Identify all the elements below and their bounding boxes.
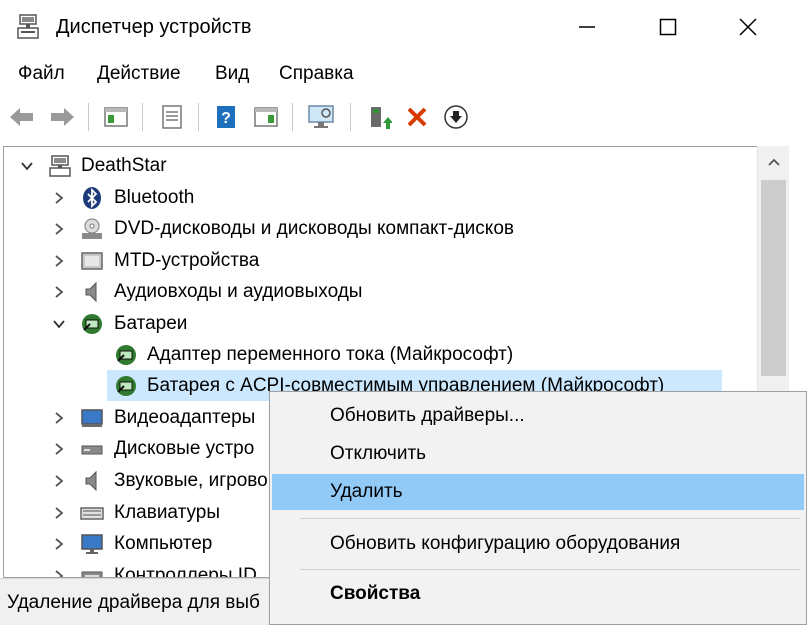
close-button[interactable] bbox=[708, 0, 788, 54]
context-update-drivers[interactable]: Обновить драйверы... bbox=[272, 398, 804, 434]
tree-item-label: Компьютер bbox=[114, 533, 213, 554]
help-button[interactable]: ? bbox=[210, 101, 242, 133]
menu-view[interactable]: Вид bbox=[215, 62, 249, 86]
properties-button[interactable] bbox=[156, 101, 188, 133]
chevron-right-icon[interactable] bbox=[52, 537, 66, 551]
computer-icon bbox=[81, 534, 103, 554]
tree-root-row[interactable]: DeathStar bbox=[4, 150, 758, 181]
minimize-button[interactable] bbox=[547, 0, 627, 54]
minimize-icon bbox=[579, 26, 595, 28]
disable-device-button[interactable] bbox=[440, 101, 472, 133]
speaker-icon bbox=[85, 281, 97, 303]
scan-hardware-icon bbox=[308, 105, 334, 128]
chevron-right-icon[interactable] bbox=[52, 254, 66, 268]
menu-file[interactable]: Файл bbox=[18, 62, 65, 86]
tree-root-label: DeathStar bbox=[81, 155, 167, 176]
battery-icon bbox=[82, 314, 102, 334]
scroll-thumb[interactable] bbox=[761, 180, 786, 376]
context-menu: Обновить драйверы... Отключить Удалить О… bbox=[269, 391, 807, 625]
tree-item-label: Дисковые устро bbox=[114, 438, 255, 459]
properties-icon bbox=[162, 105, 182, 129]
tree-item-audio[interactable]: Аудиовходы и аудиовыходы bbox=[4, 276, 758, 307]
update-driver-icon bbox=[371, 107, 392, 129]
tree-item-label: Аудиовходы и аудиовыходы bbox=[114, 281, 363, 302]
menu-help[interactable]: Справка bbox=[279, 62, 354, 86]
chevron-right-icon[interactable] bbox=[52, 506, 66, 520]
toolbar: ? bbox=[0, 94, 807, 140]
computer-tree-icon bbox=[49, 155, 71, 177]
mtd-device-icon bbox=[81, 252, 103, 270]
tree-item-label: Видеоадаптеры bbox=[114, 407, 256, 428]
tree-item-label: Клавиатуры bbox=[114, 502, 221, 523]
maximize-icon bbox=[659, 18, 677, 36]
chevron-right-icon[interactable] bbox=[52, 411, 66, 425]
close-icon bbox=[739, 18, 757, 36]
chevron-down-icon[interactable] bbox=[20, 159, 34, 173]
menu-action[interactable]: Действие bbox=[97, 62, 181, 86]
toolbar-separator bbox=[198, 103, 199, 131]
tree-item-label: MTD-устройства bbox=[114, 250, 260, 271]
chevron-up-icon bbox=[768, 158, 780, 166]
context-properties[interactable]: Свойства bbox=[272, 576, 804, 612]
chevron-right-icon[interactable] bbox=[52, 442, 66, 456]
battery-icon bbox=[116, 376, 136, 396]
menu-bar: Файл Действие Вид Справка bbox=[0, 54, 807, 94]
uninstall-device-icon bbox=[407, 107, 427, 127]
chevron-right-icon[interactable] bbox=[52, 222, 66, 236]
device-manager-app-icon bbox=[17, 14, 39, 39]
tree-item-ac-adapter[interactable]: Адаптер переменного тока (Майкрософт) bbox=[4, 339, 758, 370]
forward-icon bbox=[51, 108, 74, 126]
tree-item-label: Контроллеры ID bbox=[114, 565, 257, 578]
show-hide-console-tree-button[interactable] bbox=[100, 101, 132, 133]
toolbar-separator bbox=[350, 103, 351, 131]
chevron-right-icon[interactable] bbox=[52, 474, 66, 488]
back-button[interactable] bbox=[6, 101, 38, 133]
action-pane-icon bbox=[254, 107, 278, 127]
help-icon: ? bbox=[217, 106, 235, 128]
update-driver-button[interactable] bbox=[363, 101, 395, 133]
context-uninstall[interactable]: Удалить bbox=[272, 474, 804, 510]
toolbar-separator bbox=[292, 103, 293, 131]
forward-button[interactable] bbox=[46, 101, 78, 133]
tree-item-label: Звуковые, игрово bbox=[114, 470, 268, 491]
toolbar-separator bbox=[88, 103, 89, 131]
tree-item-dvd[interactable]: DVD-дисководы и дисководы компакт-дисков bbox=[4, 213, 758, 244]
back-icon bbox=[10, 108, 33, 126]
chevron-right-icon[interactable] bbox=[52, 191, 66, 205]
chevron-down-icon[interactable] bbox=[52, 317, 66, 331]
context-scan-hardware[interactable]: Обновить конфигурацию оборудования bbox=[272, 526, 804, 562]
show-hide-console-tree-icon bbox=[104, 107, 128, 127]
disable-device-icon bbox=[444, 105, 468, 129]
tree-item-batteries[interactable]: Батареи bbox=[4, 308, 758, 339]
status-text: Удаление драйвера для выб bbox=[7, 592, 260, 613]
context-menu-separator bbox=[300, 569, 800, 570]
context-menu-separator bbox=[300, 518, 800, 519]
tree-item-label: Bluetooth bbox=[114, 187, 195, 208]
title-bar: Диспетчер устройств bbox=[0, 0, 807, 54]
tree-item-label: Адаптер переменного тока (Майкрософт) bbox=[147, 344, 514, 365]
keyboard-icon bbox=[80, 507, 104, 520]
battery-icon bbox=[116, 345, 136, 365]
display-adapter-icon bbox=[81, 409, 103, 427]
disk-drive-icon bbox=[81, 445, 103, 455]
tree-item-mtd[interactable]: MTD-устройства bbox=[4, 245, 758, 276]
bluetooth-icon bbox=[83, 187, 101, 209]
svg-text:?: ? bbox=[221, 110, 231, 127]
maximize-button[interactable] bbox=[628, 0, 708, 54]
scan-hardware-button[interactable] bbox=[305, 101, 337, 133]
uninstall-device-button[interactable] bbox=[401, 101, 433, 133]
action-pane-button[interactable] bbox=[250, 101, 282, 133]
window-title: Диспетчер устройств bbox=[56, 16, 252, 38]
scroll-up-button[interactable] bbox=[758, 146, 790, 178]
tree-item-bluetooth[interactable]: Bluetooth bbox=[4, 182, 758, 213]
sound-icon bbox=[85, 470, 97, 492]
chevron-right-icon[interactable] bbox=[52, 569, 66, 578]
toolbar-separator bbox=[142, 103, 143, 131]
ide-controller-icon bbox=[81, 571, 103, 577]
chevron-right-icon[interactable] bbox=[52, 285, 66, 299]
dvd-drive-icon bbox=[82, 218, 102, 239]
tree-item-label: Батареи bbox=[114, 313, 188, 334]
tree-item-label: DVD-дисководы и дисководы компакт-дисков bbox=[114, 218, 514, 239]
context-disable[interactable]: Отключить bbox=[272, 436, 804, 472]
